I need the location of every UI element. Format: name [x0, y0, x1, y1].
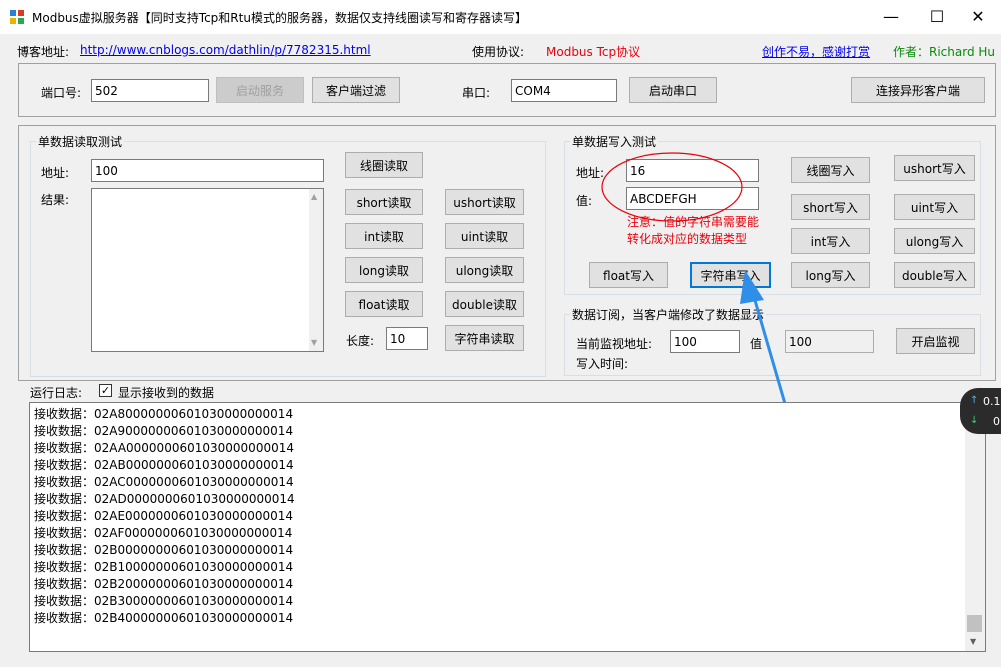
log-line: 接收数据：02B00000000601030000000014	[34, 543, 294, 557]
log-line: 接收数据：02A90000000601030000000014	[34, 424, 294, 438]
download-arrow-icon: ↓	[970, 415, 979, 426]
log-line: 接收数据：02AB0000000601030000000014	[34, 458, 294, 472]
show-received-label: 显示接收到的数据	[118, 386, 215, 400]
download-speed: 0	[993, 415, 1000, 428]
show-received-checkbox[interactable]: ✓	[99, 384, 112, 397]
log-scroll-down-icon: ▼	[970, 637, 977, 646]
log-line: 接收数据：02AA0000000601030000000014	[34, 441, 294, 455]
log-line: 接收数据：02AE0000000601030000000014	[34, 509, 294, 523]
log-label: 运行日志:	[30, 386, 83, 400]
log-textbox[interactable]: 接收数据：02A80000000601030000000014 接收数据：02A9…	[29, 402, 986, 652]
upload-arrow-icon: ↑	[970, 395, 979, 406]
log-line: 接收数据：02AF0000000601030000000014	[34, 526, 293, 540]
upload-speed: 0.1	[983, 395, 1001, 408]
annotation-arrow-head	[740, 270, 764, 304]
log-line: 接收数据：02A80000000601030000000014	[34, 407, 294, 421]
log-line: 接收数据：02B40000000601030000000014	[34, 611, 294, 625]
log-scrollbar[interactable]	[965, 403, 985, 651]
log-line: 接收数据：02AC0000000601030000000014	[34, 475, 294, 489]
log-line: 接收数据：02AD0000000601030000000014	[34, 492, 295, 506]
log-line: 接收数据：02B30000000601030000000014	[34, 594, 294, 608]
log-scroll-thumb[interactable]	[967, 615, 982, 632]
log-line: 接收数据：02B20000000601030000000014	[34, 577, 294, 591]
log-lines: 接收数据：02A80000000601030000000014 接收数据：02A9…	[30, 403, 985, 627]
annotation-ellipse	[601, 152, 743, 222]
log-line: 接收数据：02B10000000601030000000014	[34, 560, 294, 574]
